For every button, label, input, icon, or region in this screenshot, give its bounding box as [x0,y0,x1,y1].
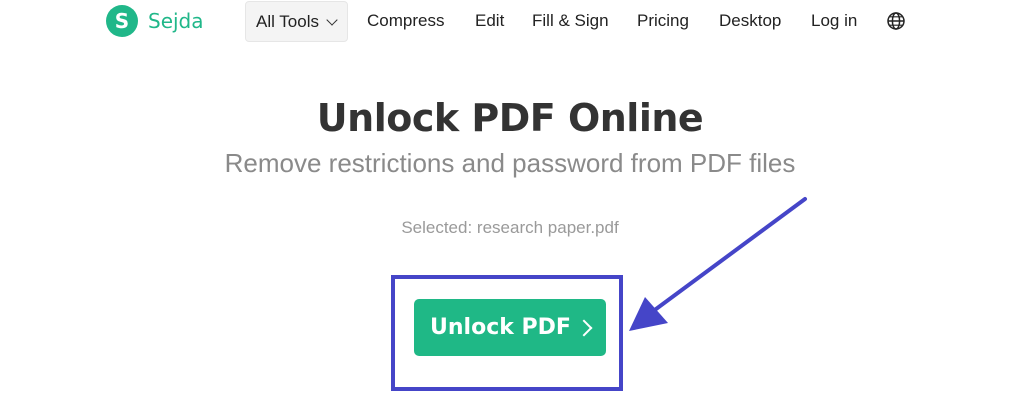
language-button[interactable] [886,0,906,42]
all-tools-dropdown[interactable]: All Tools [245,1,348,42]
page-subtitle: Remove restrictions and password from PD… [224,148,796,178]
nav-login-link[interactable]: Log in [811,0,857,42]
logo-text: Sejda [148,9,204,33]
all-tools-label: All Tools [256,11,319,31]
selected-file-text: Selected: research paper.pdf [401,218,619,237]
nav-pricing-link[interactable]: Pricing [637,0,689,42]
nav-edit-link[interactable]: Edit [475,0,504,42]
nav-desktop-link[interactable]: Desktop [719,0,781,42]
globe-icon [887,12,905,30]
nav-fill-sign-link[interactable]: Fill & Sign [532,0,609,42]
top-nav: S Sejda All Tools Compress Edit Fill & S… [0,0,1020,44]
unlock-pdf-button[interactable]: Unlock PDF [414,299,606,356]
nav-compress-link[interactable]: Compress [367,0,444,42]
chevron-right-icon [575,319,593,336]
logo-mark: S [106,5,138,37]
page-title: Unlock PDF Online [316,96,704,140]
sejda-logo[interactable]: S Sejda [106,5,204,37]
chevron-down-icon [326,13,338,26]
unlock-pdf-label: Unlock PDF [430,315,571,340]
